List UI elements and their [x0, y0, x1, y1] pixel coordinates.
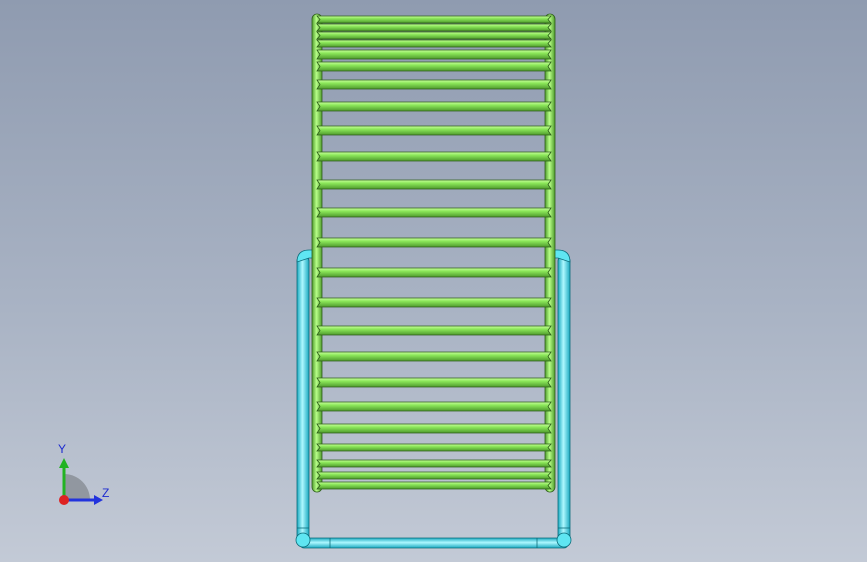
triad-x-axis-dot: [59, 495, 69, 505]
seat-slat[interactable]: [316, 179, 552, 190]
seat-slat[interactable]: [316, 23, 552, 32]
triad-y-arrow-icon: [59, 458, 69, 468]
graphics-viewport[interactable]: Y Z: [0, 0, 867, 562]
frame-right-corner: [556, 532, 572, 548]
seat-slat[interactable]: [316, 401, 552, 412]
frame-left-corner: [295, 532, 311, 548]
seat-slat[interactable]: [316, 351, 552, 362]
seat-slat[interactable]: [316, 237, 552, 248]
seat-slat[interactable]: [316, 325, 552, 336]
seat-slat[interactable]: [316, 151, 552, 162]
seat-slat[interactable]: [316, 423, 552, 434]
seat-slat[interactable]: [316, 49, 552, 60]
seat-slat[interactable]: [316, 31, 552, 40]
triad-quadrant: [64, 474, 90, 500]
seat-slat[interactable]: [316, 443, 552, 452]
seat-slat[interactable]: [316, 481, 552, 490]
seat-slat[interactable]: [316, 125, 552, 136]
seat-slat[interactable]: [316, 471, 552, 480]
seat-slats[interactable]: [316, 15, 552, 490]
frame-tube[interactable]: [295, 249, 572, 549]
seat-slat[interactable]: [316, 61, 552, 72]
frame-right-leg: [557, 255, 571, 543]
seat-slat[interactable]: [316, 79, 552, 90]
seat-slat[interactable]: [316, 377, 552, 388]
seat-slat[interactable]: [316, 267, 552, 278]
seat-slat[interactable]: [316, 297, 552, 308]
triad-z-label: Z: [102, 486, 110, 500]
seat-slat[interactable]: [316, 101, 552, 112]
seat-slat[interactable]: [316, 39, 552, 48]
triad-y-label: Y: [58, 442, 67, 456]
seat-slat[interactable]: [316, 15, 552, 24]
frame-bottom-bar: [299, 537, 569, 549]
seat-slat[interactable]: [316, 459, 552, 468]
seat-slat[interactable]: [316, 207, 552, 218]
frame-left-leg: [296, 255, 310, 543]
